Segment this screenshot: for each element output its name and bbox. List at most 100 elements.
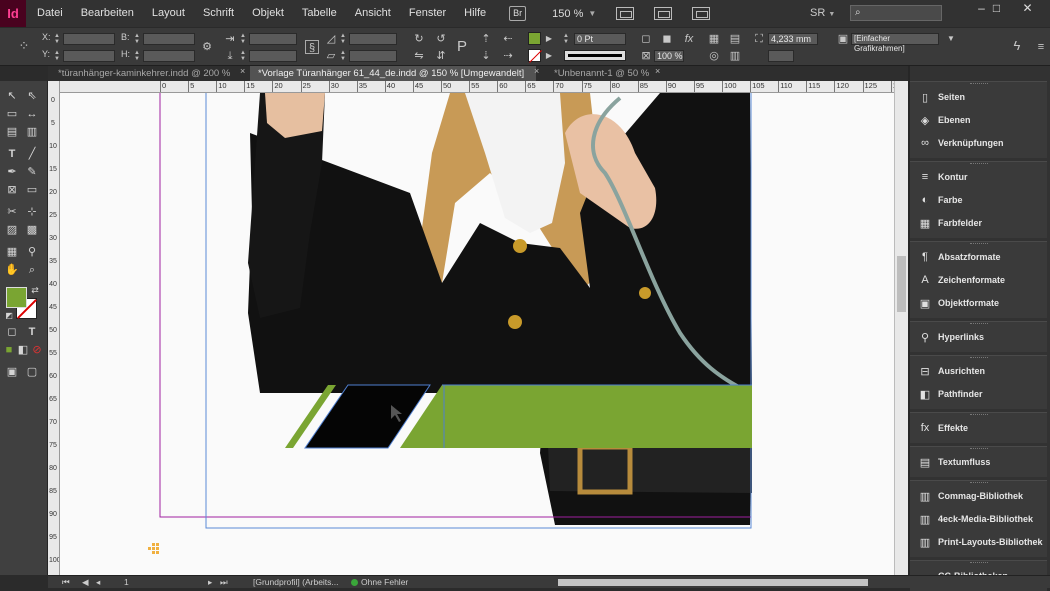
panel-item-absatzformate[interactable]: ¶ Absatzformate (910, 246, 1047, 268)
panel-item-verknüpfungen[interactable]: ∞ Verknüpfungen (910, 132, 1047, 154)
free-transform-tool-icon[interactable]: ⊹ (25, 205, 39, 219)
panel-item-objektformate[interactable]: ▣ Objektformate (910, 292, 1047, 314)
shear-field[interactable] (349, 50, 397, 62)
rotate-cw-icon[interactable]: ↻ (412, 32, 426, 46)
panel-item-hyperlinks[interactable]: ⚲ Hyperlinks (910, 326, 1047, 348)
gradient-tool-icon[interactable]: ▨ (5, 223, 19, 237)
menu-hilfe[interactable]: Hilfe (455, 0, 495, 27)
rotate-ccw-icon[interactable]: ↺ (434, 32, 448, 46)
menu-objekt[interactable]: Objekt (243, 0, 293, 27)
workspace-switcher[interactable]: SR ▼ (810, 7, 835, 19)
tab-document-2[interactable]: *Vorlage Türanhänger 61_44_de.indd @ 150… (250, 66, 536, 81)
page-nav-next-icon[interactable]: ▸ (208, 577, 212, 588)
direct-selection-tool-icon[interactable]: ⇖ (25, 89, 39, 103)
arrange-documents-icon[interactable] (692, 7, 711, 20)
menu-tabelle[interactable]: Tabelle (293, 0, 346, 27)
horizontal-scrollbar-thumb[interactable] (558, 579, 868, 586)
panel-item-ebenen[interactable]: ◈ Ebenen (910, 109, 1047, 131)
constrain-proportions-icon[interactable]: ⚙ (200, 40, 214, 54)
screen-mode-normal-icon[interactable]: ▣ (5, 365, 19, 379)
close-icon[interactable]: × (534, 66, 539, 76)
panel-item-ausrichten[interactable]: ⊟ Ausrichten (910, 360, 1047, 382)
tab-document-1[interactable]: *türanhänger-kaminkehrer.indd @ 200 % (50, 66, 246, 81)
vertical-scrollbar[interactable] (894, 81, 908, 575)
stroke-weight-field[interactable]: 0 Pt (574, 33, 626, 45)
chevron-down-icon[interactable]: ▼ (588, 9, 596, 18)
panel-grip[interactable] (970, 357, 988, 359)
fit-frame-icon[interactable]: ▤ (728, 32, 742, 46)
photo-frame[interactable] (248, 93, 752, 525)
panel-item-farbfelder[interactable]: ▦ Farbfelder (910, 212, 1047, 234)
gradient-feather-tool-icon[interactable]: ▩ (25, 223, 39, 237)
view-options-icon[interactable] (616, 7, 635, 20)
panel-grip[interactable] (970, 163, 988, 165)
eyedropper-tool-icon[interactable]: ⚲ (25, 245, 39, 259)
height-stepper[interactable]: ▲ ▼ (134, 50, 140, 62)
panel-item-print-layouts-bibliothek[interactable]: ▥ Print-Layouts-Bibliothek (910, 531, 1047, 553)
select-content-icon[interactable]: ⇣ (479, 49, 493, 63)
panel-grip[interactable] (970, 448, 988, 450)
scale-x-stepper[interactable]: ▲ ▼ (240, 33, 246, 45)
tab-document-3[interactable]: *Unbenannt-1 @ 50 % (546, 66, 660, 81)
chevron-right-icon[interactable]: ▶ (542, 32, 556, 46)
help-search-input[interactable]: ⌕ (850, 5, 942, 21)
zoom-level-select[interactable]: 150 % (552, 8, 583, 20)
page-nav-first-icon[interactable]: ⏮ (62, 577, 70, 588)
frame-size-field[interactable]: 4,233 mm (768, 33, 818, 45)
line-tool-icon[interactable]: ╱ (25, 147, 39, 161)
panel-item-commag-bibliothek[interactable]: ▥ Commag-Bibliothek (910, 485, 1047, 507)
green-banner-shape[interactable] (400, 385, 752, 448)
object-style-select[interactable]: [Einfacher Grafikrahmen] (851, 33, 939, 53)
formatting-text-icon[interactable]: T (25, 325, 39, 339)
drop-shadow-icon[interactable]: ◻ (639, 32, 653, 46)
preview-mode-icon[interactable]: ▢ (25, 365, 39, 379)
shear-stepper[interactable]: ▲ ▼ (340, 50, 346, 62)
panel-item-textumfluss[interactable]: ▤ Textumfluss (910, 451, 1047, 473)
width-field[interactable] (143, 33, 195, 45)
selection-tool-icon[interactable]: ↖ (5, 89, 19, 103)
fill-color-swatch[interactable] (528, 32, 541, 45)
fit-content-icon[interactable]: ▦ (707, 32, 721, 46)
opacity-field[interactable]: 100 % (654, 50, 684, 62)
apply-none-icon[interactable]: ⊘ (30, 343, 44, 357)
zoom-tool-icon[interactable]: ⌕ (25, 263, 39, 277)
panel-item-farbe[interactable]: ◐ Farbe (910, 189, 1047, 211)
content-placer-icon[interactable]: ▥ (25, 125, 39, 139)
corner-options-icon[interactable]: ◼ (660, 32, 674, 46)
formatting-container-icon[interactable]: ◻ (5, 325, 19, 339)
panel-item-zeichenformate[interactable]: A Zeichenformate (910, 269, 1047, 291)
menu-ansicht[interactable]: Ansicht (346, 0, 400, 27)
page-nav-back-icon[interactable]: ◂ (96, 577, 100, 588)
rotate-stepper[interactable]: ▲ ▼ (340, 33, 346, 45)
rectangle-tool-icon[interactable]: ▭ (25, 183, 39, 197)
pen-tool-icon[interactable]: ✒ (5, 165, 19, 179)
link-scale-icon[interactable]: § (305, 40, 319, 54)
document-canvas[interactable] (60, 93, 894, 575)
horizontal-ruler[interactable]: 0 5 10 15 20 25 30 35 40 45 50 55 60 65 70 75 80 85 90 95 10… (60, 81, 894, 93)
type-tool-icon[interactable]: T (5, 147, 19, 161)
vertical-ruler[interactable]: 0 5 10 15 20 25 30 35 40 45 50 55 60 65 70 75 80 85 90 95 10… (48, 81, 60, 575)
stroke-type-select[interactable] (564, 50, 626, 61)
rotation-field[interactable] (349, 33, 397, 45)
apply-color-icon[interactable]: ■ (2, 343, 16, 357)
default-fill-stroke-icon[interactable]: ◩ (2, 309, 16, 323)
flip-vertical-icon[interactable]: ⇵ (434, 49, 448, 63)
panel-grip[interactable] (970, 562, 988, 564)
apply-gradient-icon[interactable]: ◧ (16, 343, 30, 357)
panel-item-seiten[interactable]: ▯ Seiten (910, 86, 1047, 108)
note-tool-icon[interactable]: ▦ (5, 245, 19, 259)
content-collector-icon[interactable]: ▤ (5, 125, 19, 139)
fill-swatch[interactable] (6, 287, 27, 308)
lightning-icon[interactable]: ϟ (1010, 39, 1024, 53)
chevron-down-icon[interactable]: ▼ (944, 32, 958, 46)
scale-x-field[interactable] (249, 33, 297, 45)
text-path-icon[interactable]: P (455, 39, 469, 54)
panel-item-effekte[interactable]: fx Effekte (910, 417, 1047, 439)
maximize-button[interactable]: □ (983, 0, 1010, 18)
select-container-icon[interactable]: ⇡ (479, 32, 493, 46)
panel-item-kontur[interactable]: ≡ Kontur (910, 166, 1047, 188)
x-position-field[interactable] (63, 33, 115, 45)
scale-y-stepper[interactable]: ▲ ▼ (240, 50, 246, 62)
scale-y-field[interactable] (249, 50, 297, 62)
panel-item-4eck-media-bibliothek[interactable]: ▥ 4eck-Media-Bibliothek (910, 508, 1047, 530)
